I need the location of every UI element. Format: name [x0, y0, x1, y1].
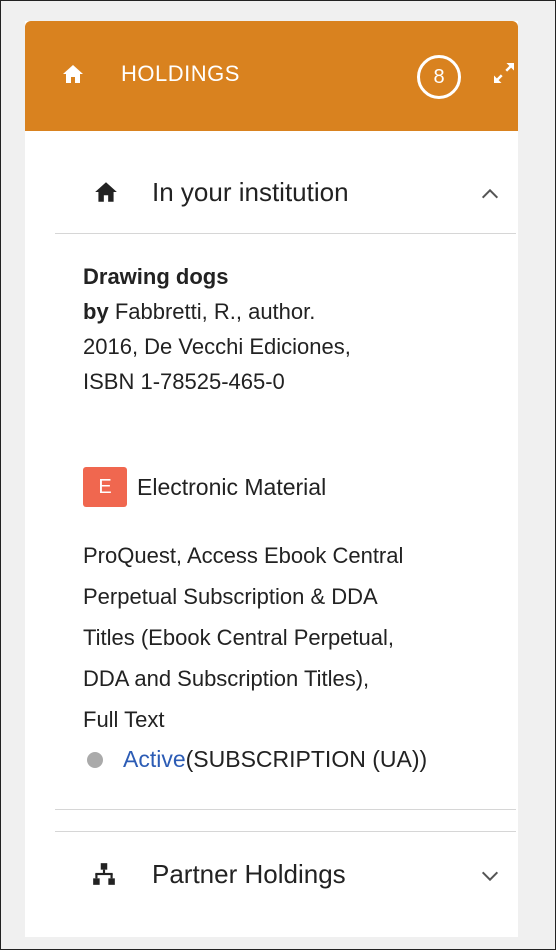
divider — [55, 233, 516, 234]
description-line: Titles (Ebook Central Perpetual, — [83, 625, 394, 650]
institution-heading: In your institution — [152, 177, 349, 207]
record-details: Drawing dogs by Fabbretti, R., author. 2… — [83, 259, 351, 399]
record-publication: 2016, De Vecchi Ediciones, — [83, 334, 351, 359]
holdings-title: HOLDINGS — [121, 61, 240, 86]
sitemap-icon — [93, 863, 115, 885]
status-detail: (SUBSCRIPTION (UA)) — [185, 746, 428, 772]
holdings-count-badge: 8 — [417, 55, 461, 99]
record-author-line: by Fabbretti, R., author. — [83, 294, 351, 329]
material-type: E Electronic Material — [83, 467, 327, 507]
availability-description: ProQuest, Access Ebook Central Perpetual… — [83, 535, 503, 740]
record-author: Fabbretti, R., author. — [114, 299, 316, 324]
chevron-up-icon[interactable] — [479, 183, 501, 205]
chevron-down-icon[interactable] — [479, 865, 501, 887]
home-icon — [95, 182, 117, 202]
holdings-card: HOLDINGS 8 In your institution Drawing d… — [25, 21, 518, 937]
electronic-badge: E — [83, 467, 127, 507]
holdings-header[interactable]: HOLDINGS 8 — [25, 21, 518, 131]
description-line: Full Text — [83, 707, 165, 732]
by-label: by — [83, 299, 109, 324]
description-line: Perpetual Subscription & DDA — [83, 584, 378, 609]
divider — [55, 831, 516, 832]
material-label: Electronic Material — [137, 473, 327, 500]
description-line: DDA and Subscription Titles), — [83, 666, 370, 691]
record-title: Drawing dogs — [83, 264, 229, 289]
home-icon — [63, 65, 83, 83]
page-frame: HOLDINGS 8 In your institution Drawing d… — [0, 0, 556, 950]
partner-section-header[interactable]: Partner Holdings — [55, 833, 516, 915]
description-line: ProQuest, Access Ebook Central — [83, 543, 404, 568]
status-active-link[interactable]: Active — [123, 746, 186, 773]
availability-status: Active (SUBSCRIPTION (UA)) — [83, 746, 427, 773]
record-isbn: ISBN 1-78525-465-0 — [83, 369, 285, 394]
expand-icon[interactable] — [489, 58, 519, 88]
divider — [55, 809, 516, 810]
partner-heading: Partner Holdings — [152, 859, 346, 889]
institution-section-header[interactable]: In your institution — [55, 151, 516, 233]
status-dot — [87, 751, 103, 768]
